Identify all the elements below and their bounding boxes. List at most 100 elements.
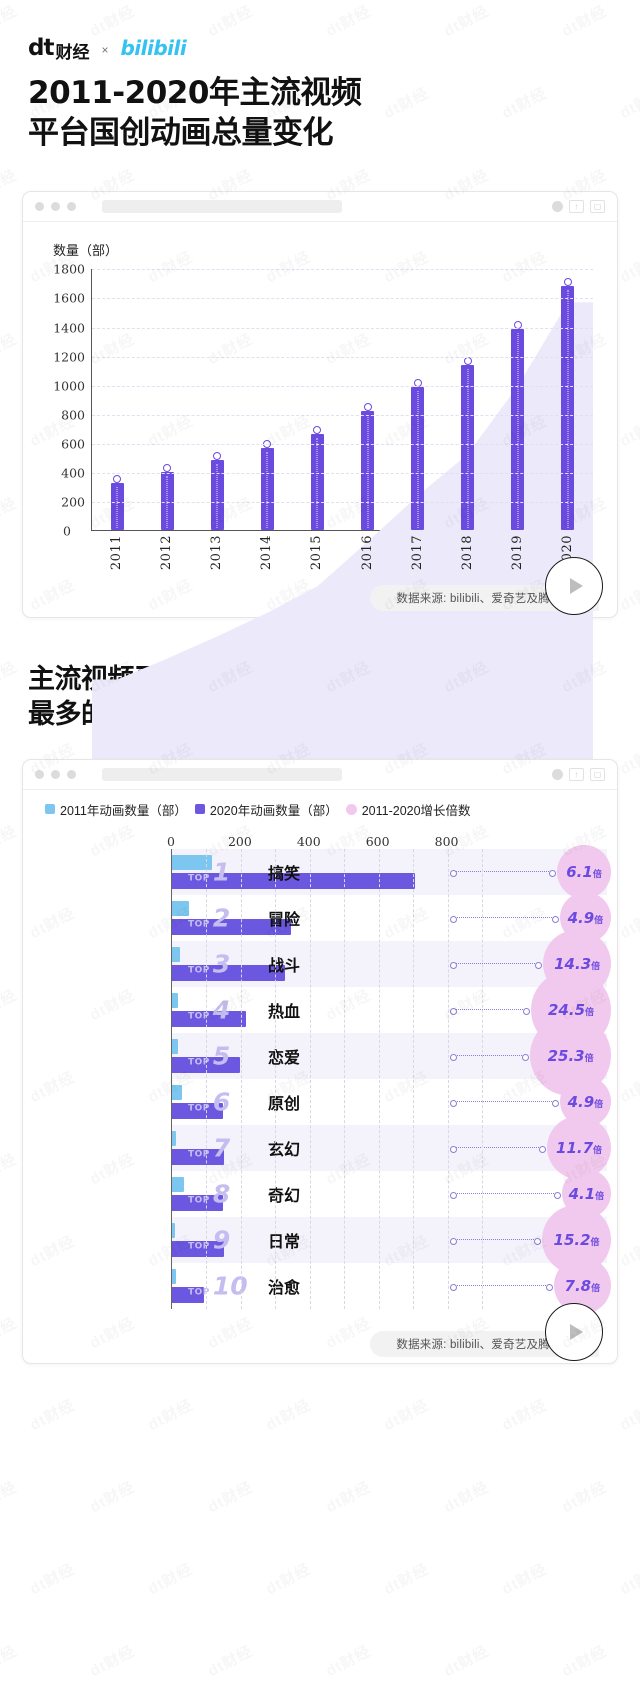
chart1-ytick-label: 1800 (53, 261, 85, 277)
chart1-bar-marker-dot (163, 464, 172, 473)
watermark-text: dt财经 (322, 1640, 374, 1681)
close-dot-icon[interactable] (35, 769, 44, 779)
chart1-bar[interactable] (461, 357, 475, 531)
maximize-dot-icon[interactable] (67, 769, 76, 779)
chart2-bar-2011[interactable] (172, 1176, 185, 1192)
chart2-xtick-label: 600 (365, 833, 390, 849)
tabs-icon[interactable]: ▢ (590, 200, 605, 214)
window-controls[interactable] (35, 202, 76, 212)
chart2-category-label: 热血 (268, 1003, 301, 1021)
avatar-icon[interactable] (552, 768, 563, 780)
address-bar[interactable] (102, 200, 342, 214)
chart2-rank-badge: TOP 7 (188, 1135, 262, 1160)
legend-item[interactable]: 2011-2020增长倍数 (345, 800, 471, 819)
window-controls-2[interactable] (35, 769, 76, 779)
chart2-rank-badge: TOP 8 (188, 1181, 262, 1206)
chart2-rank-badge: TOP 3 (188, 951, 262, 976)
chart2-gridline (447, 848, 449, 1309)
chart2-bar-2011[interactable] (172, 900, 190, 916)
chart2-gridline (206, 848, 208, 1309)
legend-label: 2011年动画数量（部） (60, 803, 187, 818)
legend-item[interactable]: 2020年动画数量（部） (194, 800, 338, 819)
chart2-bar-2011[interactable] (172, 1130, 177, 1146)
share-icon[interactable]: ↑ (569, 767, 584, 781)
chart2-growth-value: 4.1倍 (568, 1184, 605, 1203)
watermark-text: dt财经 (204, 1476, 256, 1517)
chart1-bar-marker-dot (563, 277, 572, 286)
chart2-row: TOP 2 冒险 4.9倍 (172, 891, 611, 944)
watermark-text: dt财经 (0, 820, 20, 861)
chart2-rank-badge: TOP 4 (188, 997, 262, 1022)
chart1-gridline (92, 269, 593, 271)
chart2-rank-badge: TOP 6 (188, 1089, 262, 1114)
chart1-bar[interactable] (310, 426, 324, 531)
close-dot-icon[interactable] (35, 202, 44, 212)
chart1-ytick-label: 800 (61, 407, 85, 423)
chart2-growth-cell: 6.1倍 (449, 844, 611, 899)
watermark-text: dt财经 (0, 1312, 20, 1353)
rank-number: 6 (212, 1087, 231, 1117)
chart1-bar[interactable] (110, 475, 124, 531)
chart1-bar-cell (192, 269, 242, 531)
avatar-icon[interactable] (552, 201, 563, 213)
chart1-xtick-label: 2016 (359, 535, 375, 571)
chart1-source-row: 数据来源: bilibili、爱奇艺及腾讯视频 (23, 557, 617, 617)
rank-number: 5 (212, 1041, 231, 1071)
chart2-bar-2011[interactable] (172, 1268, 177, 1284)
chart1-ytick-label: 400 (61, 465, 85, 481)
chart1-gridline (92, 473, 593, 475)
chart1-bar[interactable] (361, 403, 375, 531)
share-icon[interactable]: ↑ (569, 200, 584, 214)
chart1-bar[interactable] (260, 440, 274, 531)
chart2-row: TOP 5 恋爱 25.3倍 (172, 1015, 611, 1096)
dt-logo: dt 财经 (28, 36, 90, 62)
dt-logo-cn: 财经 (55, 42, 90, 62)
chart1-ytick-label: 1600 (53, 290, 85, 306)
chart2-category-label: 玄幻 (268, 1141, 301, 1159)
watermark-text: dt财经 (380, 1558, 432, 1599)
chart2-category-label: 冒险 (268, 911, 301, 929)
tabs-icon[interactable]: ▢ (590, 767, 605, 781)
chart1-bar-cell (342, 269, 392, 531)
address-bar-2[interactable] (102, 767, 342, 781)
legend-item[interactable]: 2011年动画数量（部） (45, 800, 187, 819)
watermark-text: dt财经 (616, 738, 640, 779)
chart2-row: TOP 6 原创 4.9倍 (172, 1075, 611, 1128)
minimize-dot-icon[interactable] (51, 769, 60, 779)
play-button-2[interactable] (545, 1302, 603, 1361)
chart2-growth-value: 6.1倍 (566, 862, 602, 881)
chart2-bar-2011[interactable] (172, 1222, 176, 1238)
page-title-line2: 平台国创动画总量变化 (28, 114, 334, 151)
chart2-category-label: 治愈 (268, 1279, 301, 1297)
chart1-bar[interactable] (511, 321, 525, 531)
chart2-growth-cell: 7.8倍 (450, 1256, 611, 1315)
chart2-growth-bubble[interactable]: 6.1倍 (557, 844, 611, 899)
chart1-bar-marker-dot (313, 426, 322, 435)
chart1-bar-cell (92, 269, 142, 531)
play-button[interactable] (545, 557, 603, 616)
rank-number: 1 (212, 857, 231, 887)
chart1-xtick: 2012 (141, 535, 191, 570)
chart1-bar[interactable] (210, 452, 224, 531)
chart2-category-label: 奇幻 (268, 1187, 301, 1205)
chart2-gridline (344, 848, 346, 1309)
chart1-xtick-label: 2011 (108, 535, 124, 571)
chart2-row: TOP 3 战斗 14.3倍 (172, 929, 611, 998)
chart2-rows: TOP 1 搞笑 6.1倍 TOP 2 冒险 4.9倍 TOP 3 战斗 14.3倍 TOP 4 热血 24.… (171, 844, 611, 1315)
chart1-bar[interactable] (561, 277, 575, 531)
chart1-bar-cell (393, 269, 443, 531)
chart2-bar-2011[interactable] (172, 1038, 178, 1054)
chart2-bar-2011[interactable] (172, 992, 179, 1008)
chart1-bar-marker-dot (213, 452, 222, 461)
minimize-dot-icon[interactable] (51, 202, 60, 212)
leader-line (449, 1007, 531, 1015)
watermark-text: dt财经 (558, 1476, 610, 1517)
rank-number: 3 (212, 949, 231, 979)
chart1-gridline (92, 444, 593, 445)
maximize-dot-icon[interactable] (67, 202, 76, 212)
chart2-bar-2011[interactable] (172, 946, 180, 962)
chart1-bar[interactable] (411, 378, 425, 531)
chart2-category-label: 原创 (268, 1095, 301, 1113)
chart1-gridline (92, 385, 593, 387)
chart2-bar-2011[interactable] (172, 1084, 183, 1100)
